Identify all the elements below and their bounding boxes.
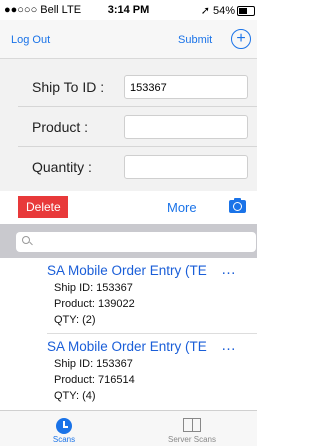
order-qty: QTY: (2) (54, 314, 96, 326)
ship-to-label: Ship To ID : (32, 79, 105, 95)
tab-server-scans[interactable]: Server Scans (128, 411, 256, 446)
order-product: Product: 139022 (54, 298, 135, 310)
quantity-label: Quantity : (32, 159, 92, 175)
product-label: Product : (32, 119, 89, 135)
product-input[interactable] (124, 115, 248, 139)
status-bar: ●●○○○ Bell LTE 3:14 PM ➚ 54% (0, 0, 257, 20)
more-options-icon[interactable]: … (221, 261, 237, 278)
search-icon (22, 236, 30, 244)
list-item[interactable]: SA Mobile Order Entry (TE … Ship ID: 153… (0, 334, 257, 410)
order-ship-id: Ship ID: 153367 (54, 282, 133, 294)
order-title: SA Mobile Order Entry (TE (47, 339, 207, 354)
order-product: Product: 716514 (54, 374, 135, 386)
order-qty: QTY: (4) (54, 390, 96, 402)
quantity-row: Quantity : (0, 147, 257, 187)
tab-label: Server Scans (167, 435, 217, 444)
submit-button[interactable]: Submit (178, 34, 212, 46)
quantity-input[interactable] (124, 155, 248, 179)
ship-to-row: Ship To ID : 153367 (0, 67, 257, 107)
search-bar (0, 224, 257, 258)
delete-button[interactable]: Delete (18, 196, 68, 218)
tab-scans[interactable]: Scans (0, 411, 128, 446)
more-options-icon[interactable]: … (221, 337, 237, 354)
ship-to-input[interactable]: 153367 (124, 75, 248, 99)
order-title: SA Mobile Order Entry (TE (47, 263, 207, 278)
plus-circle-icon[interactable]: + (231, 29, 251, 49)
order-list: SA Mobile Order Entry (TE … Ship ID: 153… (0, 258, 257, 410)
search-input[interactable] (16, 232, 256, 252)
more-button[interactable]: More (167, 200, 197, 215)
product-row: Product : (0, 107, 257, 147)
tab-label: Scans (52, 435, 76, 444)
logout-button[interactable]: Log Out (11, 34, 50, 46)
tab-bar: Scans Server Scans (0, 410, 257, 446)
battery-icon (237, 6, 255, 16)
nav-bar: Log Out Submit + (0, 20, 257, 59)
battery-percent: ➚ 54% (200, 5, 235, 17)
clock-icon (56, 418, 72, 434)
order-form: Ship To ID : 153367 Product : Quantity : (0, 59, 257, 191)
book-icon (183, 418, 201, 432)
order-ship-id: Ship ID: 153367 (54, 358, 133, 370)
list-item[interactable]: SA Mobile Order Entry (TE … Ship ID: 153… (0, 258, 257, 334)
action-bar: Delete More (0, 193, 257, 221)
camera-icon[interactable] (229, 198, 246, 213)
